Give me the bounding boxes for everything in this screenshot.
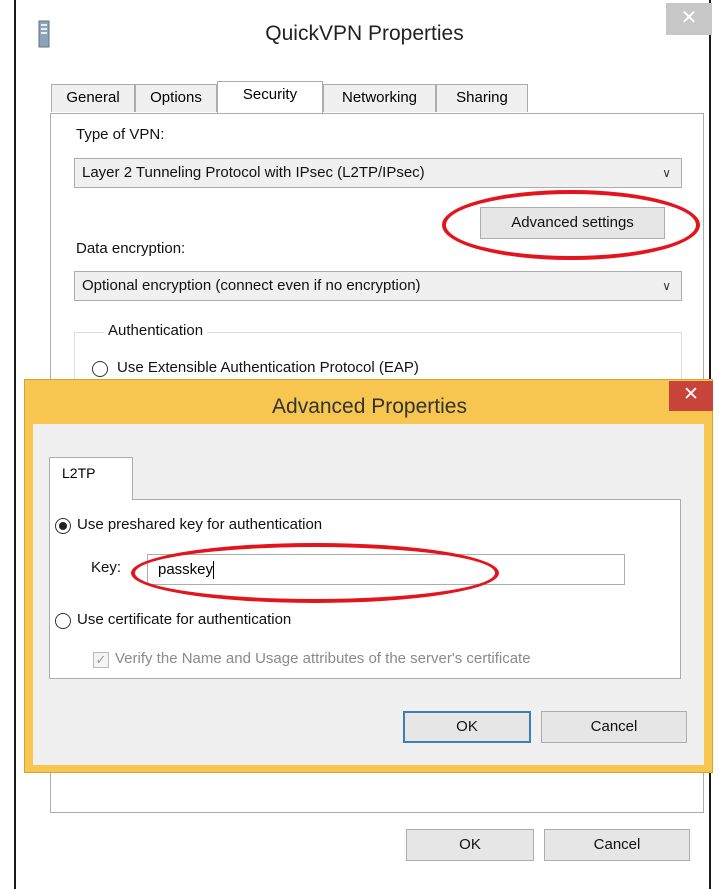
- tab-security[interactable]: Security: [217, 81, 323, 113]
- preshared-key-radio[interactable]: [55, 518, 71, 534]
- certificate-radio[interactable]: [55, 613, 71, 629]
- dialog-ok-button[interactable]: OK: [403, 711, 531, 743]
- key-label: Key:: [91, 559, 122, 576]
- data-encryption-value: Optional encryption (connect even if no …: [82, 277, 421, 294]
- dialog-cancel-button[interactable]: Cancel: [541, 711, 687, 743]
- tab-sharing[interactable]: Sharing: [436, 84, 528, 112]
- window-title: QuickVPN Properties: [265, 22, 464, 45]
- close-icon: ✕: [680, 7, 698, 29]
- tab-general[interactable]: General: [51, 84, 135, 112]
- eap-option-label: Use Extensible Authentication Protocol (…: [117, 359, 419, 376]
- dialog-close-button[interactable]: ✕: [669, 381, 713, 411]
- eap-radio[interactable]: [92, 361, 108, 377]
- data-encryption-dropdown[interactable]: Optional encryption (connect even if no …: [74, 271, 682, 301]
- advanced-properties-dialog: Advanced Properties ✕ L2TP Use preshared…: [24, 379, 713, 773]
- certificate-option-label: Use certificate for authentication: [77, 611, 292, 628]
- close-button[interactable]: ✕: [666, 3, 712, 35]
- key-value: passkey: [158, 561, 214, 578]
- tab-l2tp[interactable]: L2TP: [49, 457, 133, 500]
- vpn-type-label: Type of VPN:: [76, 126, 165, 143]
- cancel-button[interactable]: Cancel: [544, 829, 690, 861]
- dialog-body: L2TP Use preshared key for authenticatio…: [33, 424, 704, 765]
- vpn-type-value: Layer 2 Tunneling Protocol with IPsec (L…: [82, 164, 425, 181]
- tab-options[interactable]: Options: [135, 84, 217, 112]
- dialog-title: Advanced Properties: [272, 395, 467, 418]
- tab-networking[interactable]: Networking: [323, 84, 436, 112]
- preshared-key-option-label: Use preshared key for authentication: [77, 516, 323, 533]
- authentication-legend: Authentication: [104, 322, 208, 339]
- vpn-type-dropdown[interactable]: Layer 2 Tunneling Protocol with IPsec (L…: [74, 158, 682, 188]
- advanced-settings-button[interactable]: Advanced settings: [480, 207, 665, 239]
- key-input[interactable]: passkey: [147, 554, 625, 585]
- chevron-down-icon: ∨: [662, 166, 671, 180]
- data-encryption-label: Data encryption:: [76, 240, 186, 257]
- ok-button[interactable]: OK: [406, 829, 534, 861]
- verify-option-label: Verify the Name and Usage attributes of …: [115, 650, 531, 667]
- chevron-down-icon: ∨: [662, 279, 671, 293]
- close-icon: ✕: [683, 384, 699, 405]
- verify-checkbox[interactable]: ✓: [93, 652, 109, 668]
